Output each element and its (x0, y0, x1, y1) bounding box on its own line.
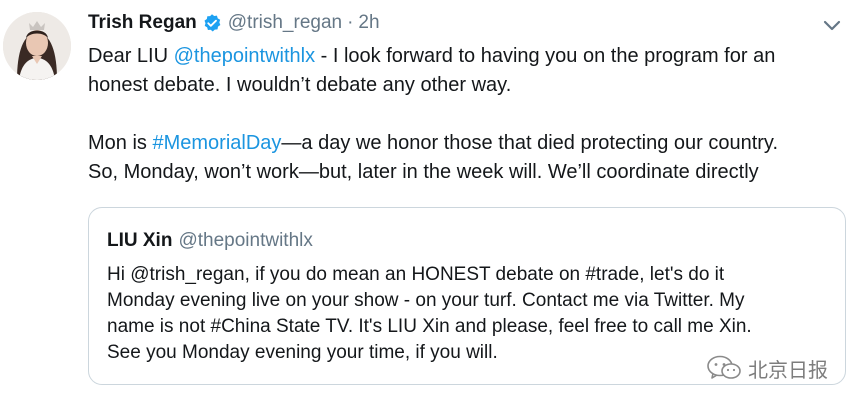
hashtag-link[interactable]: #MemorialDay (152, 132, 281, 154)
mention-link[interactable]: @thepointwithlx (174, 45, 315, 67)
tweet-text-line: So, Monday, won’t work—but, later in the… (88, 161, 759, 183)
quoted-tweet-header: LIU Xin @thepointwithlx (107, 230, 313, 252)
quoted-text-line: Monday evening live on your show - on yo… (107, 290, 745, 311)
quoted-text-line: Hi @trish_regan, if you do mean an HONES… (107, 264, 725, 285)
quoted-author-handle: @thepointwithlx (178, 230, 313, 251)
tweet-text-segment: - I look forward to having you on the pr… (315, 45, 776, 67)
tweet-text-line: Mon is #MemorialDay—a day we honor those… (88, 129, 838, 158)
tweet-timestamp[interactable]: 2h (358, 12, 379, 34)
author-name[interactable]: Trish Regan (88, 12, 197, 34)
tweet-text-segment: —a day we honor those that died protecti… (281, 132, 778, 154)
quoted-text-line: name is not #China State TV. It's LIU Xi… (107, 316, 752, 337)
quoted-tweet-text: Hi @trish_regan, if you do mean an HONES… (107, 262, 837, 366)
quoted-author-name: LIU Xin (107, 230, 173, 251)
watermark: 北京日报 (706, 352, 828, 384)
tweet: Trish Regan @trish_regan · 2h Dear LIU @… (0, 0, 859, 405)
author-handle[interactable]: @trish_regan (228, 12, 342, 34)
tweet-text-line: Dear LIU @thepointwithlx - I look forwar… (88, 42, 838, 71)
tweet-text-segment: Mon is (88, 132, 153, 154)
verified-badge-icon (202, 13, 222, 33)
avatar-photo (3, 12, 71, 80)
wechat-icon (706, 354, 742, 382)
chevron-down-icon[interactable] (820, 14, 844, 36)
tweet-header: Trish Regan @trish_regan · 2h (88, 8, 380, 38)
tweet-text-segment: Dear LIU (88, 45, 174, 67)
avatar[interactable] (3, 12, 71, 80)
tweet-text-line: honest debate. I wouldn’t debate any oth… (88, 74, 512, 96)
watermark-text: 北京日报 (748, 357, 828, 382)
header-separator: · (347, 12, 354, 33)
tweet-text: Dear LIU @thepointwithlx - I look forwar… (88, 42, 838, 187)
